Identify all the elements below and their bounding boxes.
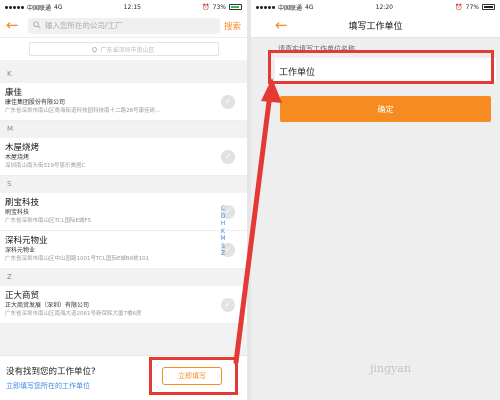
watermark-logo: jingyan [370, 362, 411, 375]
screenshot-root: 中国联通 4G 12:15 ⏰ 73% ← 输入您所在的公司/工厂 搜索 广东省… [0, 0, 500, 400]
annotation-arrow [233, 78, 282, 365]
